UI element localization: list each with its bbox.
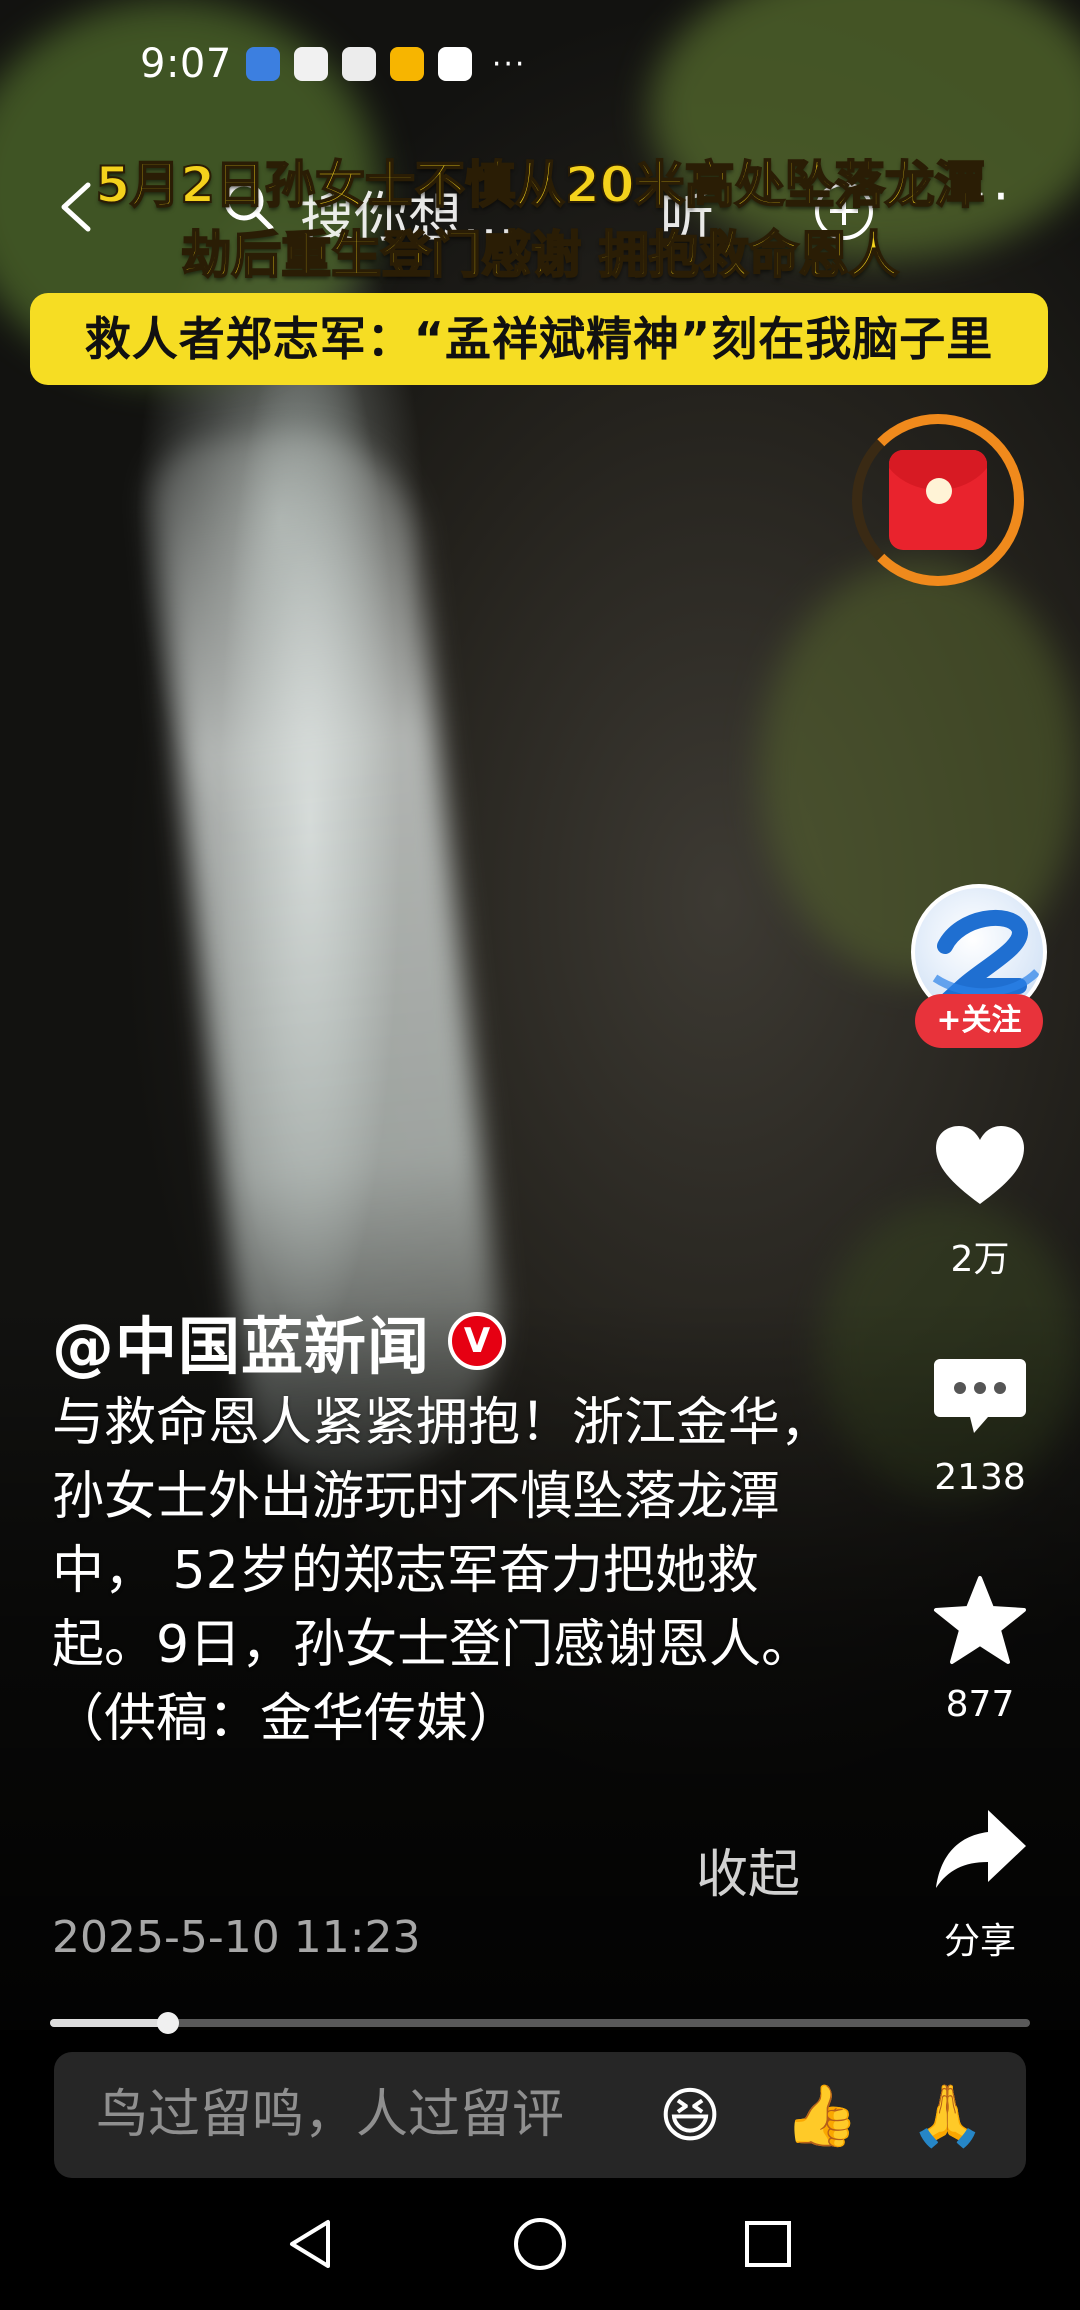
star-icon[interactable] — [930, 1572, 1030, 1672]
shield-app-icon — [245, 47, 280, 81]
video-progress-bar[interactable] — [50, 2012, 1030, 2034]
headline-line-2: 劫后重生登门感谢 拥抱救命恩人 — [180, 225, 899, 285]
status-time: 9:07 — [140, 41, 232, 87]
huawei-app-icon — [293, 47, 328, 81]
red-envelope-icon — [889, 450, 987, 550]
author-row: @中国蓝新闻 V — [52, 1296, 507, 1386]
post-timestamp: 2025-5-10 11:23 — [52, 1912, 421, 1963]
progress-handle[interactable] — [156, 2012, 179, 2034]
author-name[interactable]: @中国蓝新闻 — [52, 1296, 430, 1386]
heart-icon[interactable] — [930, 1118, 1030, 1218]
nav-recents-icon[interactable] — [738, 2214, 798, 2274]
more-notifications-icon: ··· — [491, 46, 527, 82]
like-count: 2万 — [950, 1239, 1010, 1280]
praying-hands-emoji-icon[interactable]: 🙏 — [910, 2080, 985, 2152]
favorite-action[interactable]: 877 — [920, 1572, 1040, 1725]
weibo-icon — [389, 47, 424, 81]
progress-fill — [50, 2019, 168, 2027]
comment-bar: 鸟过留鸣，人过留评 😆 👍 🙏 — [54, 2052, 1026, 2178]
post-caption: 与救命恩人紧紧拥抱！浙江金华，孙女士外出游玩时不慎坠落龙潭中， 52岁的郑志军奋… — [52, 1393, 833, 1749]
nav-home-icon[interactable] — [510, 2214, 570, 2274]
red-envelope-button[interactable] — [852, 414, 1024, 586]
verified-badge: V — [448, 1312, 507, 1370]
status-bar: 9:07 ··· — [140, 36, 526, 92]
huawei-store-icon — [341, 47, 376, 81]
nav-back-icon[interactable] — [282, 2214, 342, 2274]
comment-icon[interactable] — [930, 1345, 1030, 1445]
system-nav-bar — [0, 2178, 1080, 2310]
favorite-count: 877 — [945, 1684, 1015, 1725]
comment-input[interactable]: 鸟过留鸣，人过留评 — [96, 2052, 564, 2178]
comment-count: 2138 — [934, 1457, 1026, 1498]
like-action[interactable]: 2万 — [920, 1118, 1040, 1282]
share-icon[interactable] — [930, 1800, 1030, 1900]
thumbs-up-emoji-icon[interactable]: 👍 — [784, 2080, 859, 2152]
video-headline: 5月2日孙女士不慎从20米高处坠落龙潭 劫后重生登门感谢 拥抱救命恩人 — [0, 150, 1080, 290]
payment-app-icon — [437, 47, 472, 81]
share-label: 分享 — [943, 1921, 1016, 1962]
collapse-button[interactable]: 收起 — [696, 1832, 800, 1907]
comment-action[interactable]: 2138 — [920, 1345, 1040, 1498]
video-subheadline: 救人者郑志军：“孟祥斌精神”刻在我脑子里 — [30, 293, 1048, 385]
share-action[interactable]: 分享 — [920, 1800, 1040, 1964]
laughing-emoji-icon[interactable]: 😆 — [654, 2080, 726, 2152]
headline-line-1: 5月2日孙女士不慎从20米高处坠落龙潭 — [94, 155, 985, 215]
follow-button[interactable]: +关注 — [915, 994, 1043, 1048]
